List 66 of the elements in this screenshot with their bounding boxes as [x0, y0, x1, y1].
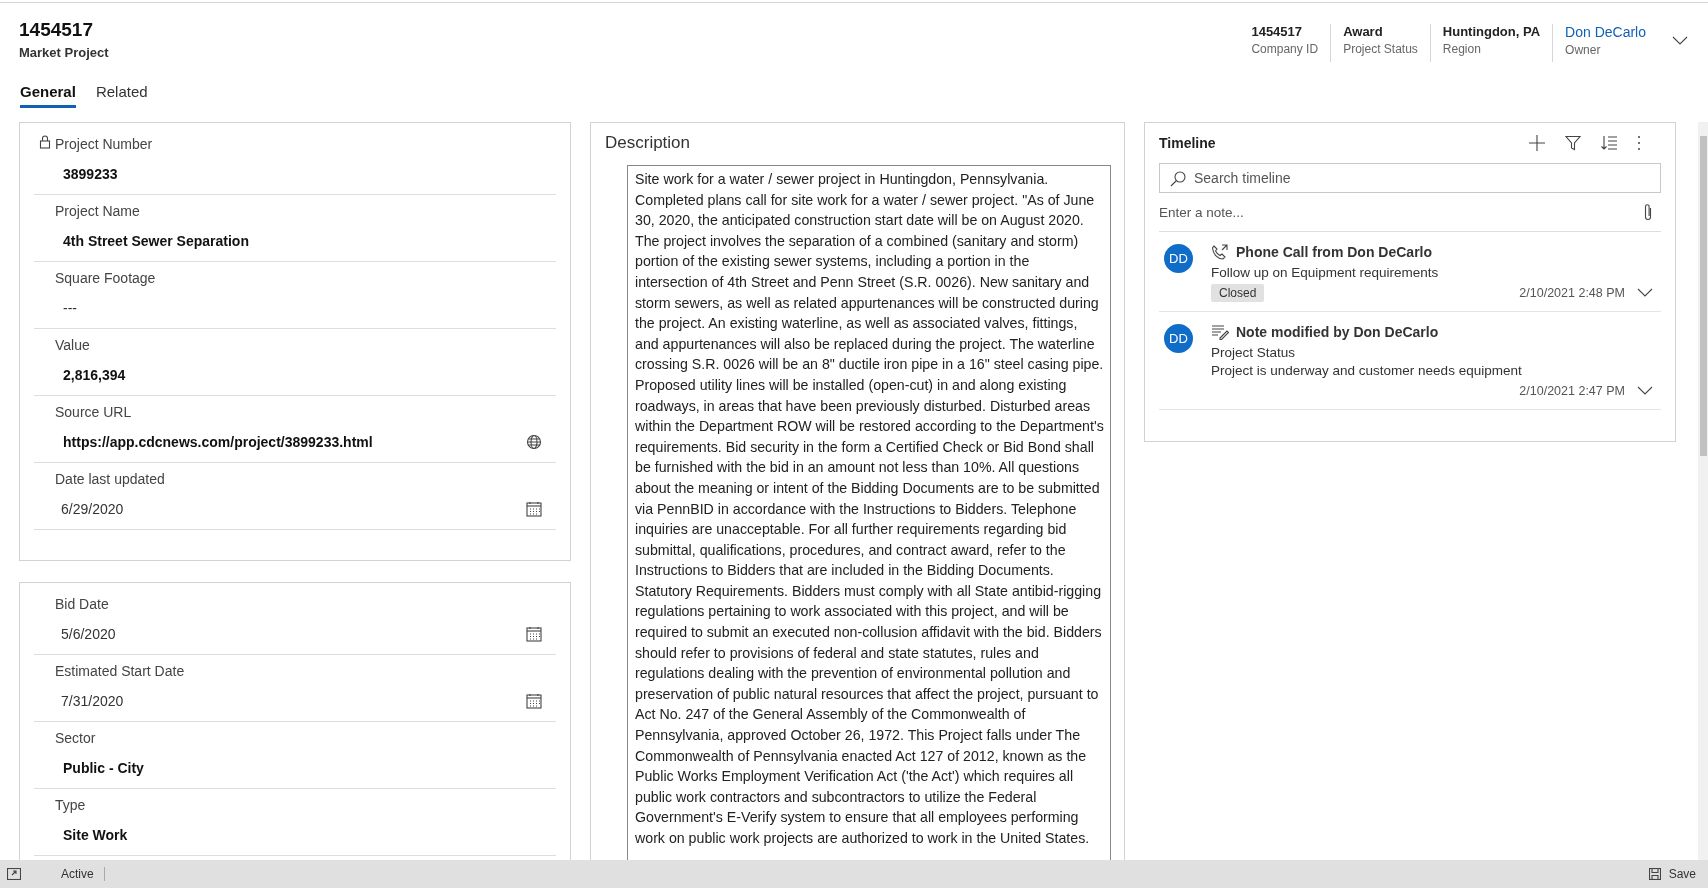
search-icon — [1170, 171, 1186, 187]
globe-icon[interactable] — [526, 434, 542, 450]
record-type: Market Project — [19, 45, 109, 60]
field-label: Square Footage — [55, 270, 156, 286]
entry-title[interactable]: Phone Call from Don DeCarlo — [1236, 244, 1433, 260]
field-value[interactable]: Public - City — [63, 760, 144, 776]
expand-icon[interactable] — [7, 868, 21, 880]
header-value: Award — [1343, 24, 1384, 39]
field-value[interactable]: 3899233 — [63, 166, 118, 182]
field-label: Sector — [55, 730, 96, 746]
calendar-icon[interactable] — [526, 501, 542, 517]
note-field[interactable]: Enter a note... — [1159, 204, 1459, 220]
owner-link[interactable]: Don DeCarlo — [1565, 24, 1646, 40]
status-badge: Closed — [1211, 284, 1265, 302]
header-value: 1454517 — [1251, 24, 1304, 39]
tab[interactable]: Related — [95, 77, 148, 108]
field-label: Date last updated — [55, 471, 165, 487]
header-value: Huntingdon, PA — [1442, 24, 1541, 39]
more-icon[interactable] — [1637, 135, 1641, 151]
field-label: Type — [55, 797, 86, 813]
field-label: Source URL — [55, 404, 132, 420]
section-title: Description — [604, 132, 692, 154]
phone-icon — [1211, 244, 1229, 260]
chevron-down-icon[interactable] — [1637, 386, 1653, 396]
search-field[interactable]: Search timeline — [1159, 163, 1661, 193]
note-icon — [1211, 324, 1229, 340]
field-label: Project Number — [55, 136, 153, 152]
record-status: Active — [61, 867, 105, 881]
date-field[interactable]: 6/29/2020 — [61, 501, 124, 517]
sort-icon[interactable] — [1601, 135, 1617, 151]
date-field[interactable]: 7/31/2020 — [61, 693, 124, 709]
panel-title: Timeline — [1159, 135, 1216, 151]
chevron-down-icon[interactable] — [1672, 36, 1688, 46]
date-field[interactable]: 5/6/2020 — [61, 626, 116, 642]
record-title: 1454517 — [19, 19, 94, 41]
field-value[interactable]: 2,816,394 — [63, 367, 126, 383]
avatar[interactable]: DD — [1164, 324, 1193, 353]
header-label: Owner — [1565, 43, 1602, 57]
scrollbar[interactable] — [1698, 122, 1708, 860]
field-label: Bid Date — [55, 596, 109, 612]
add-icon[interactable] — [1529, 135, 1545, 151]
entry-title[interactable]: Note modified by Don DeCarlo — [1236, 324, 1439, 340]
url-link[interactable]: https://app.cdcnews.com/project/3899233.html — [63, 434, 373, 450]
field-label: Project Name — [55, 203, 140, 219]
filter-icon[interactable] — [1565, 135, 1581, 151]
header-label: Region — [1442, 42, 1482, 56]
chevron-down-icon[interactable] — [1637, 288, 1653, 298]
entry-text: Project Status — [1211, 345, 1297, 360]
header-label: Company ID — [1251, 42, 1319, 56]
header-label: Project Status — [1343, 42, 1418, 56]
save-button[interactable]: Save — [1648, 867, 1696, 881]
calendar-icon[interactable] — [526, 693, 542, 709]
entry-text: Follow up on Equipment requirements — [1211, 265, 1440, 280]
timestamp: 2/10/2021 2:47 PM — [1519, 384, 1625, 398]
entry-text: Project is underway and customer needs equipment — [1211, 363, 1523, 378]
field-value[interactable]: 4th Street Sewer Separation — [63, 233, 249, 249]
timestamp: 2/10/2021 2:48 PM — [1519, 286, 1625, 300]
tab[interactable]: General — [20, 77, 76, 108]
calendar-icon[interactable] — [526, 626, 542, 642]
avatar[interactable]: DD — [1164, 244, 1193, 273]
field-value[interactable]: --- — [63, 300, 77, 316]
save-icon — [1648, 868, 1661, 880]
field-label: Value — [55, 337, 90, 353]
field-label: Estimated Start Date — [55, 663, 185, 679]
field-value[interactable]: Site Work — [63, 827, 128, 843]
paperclip-icon[interactable] — [1643, 203, 1653, 221]
